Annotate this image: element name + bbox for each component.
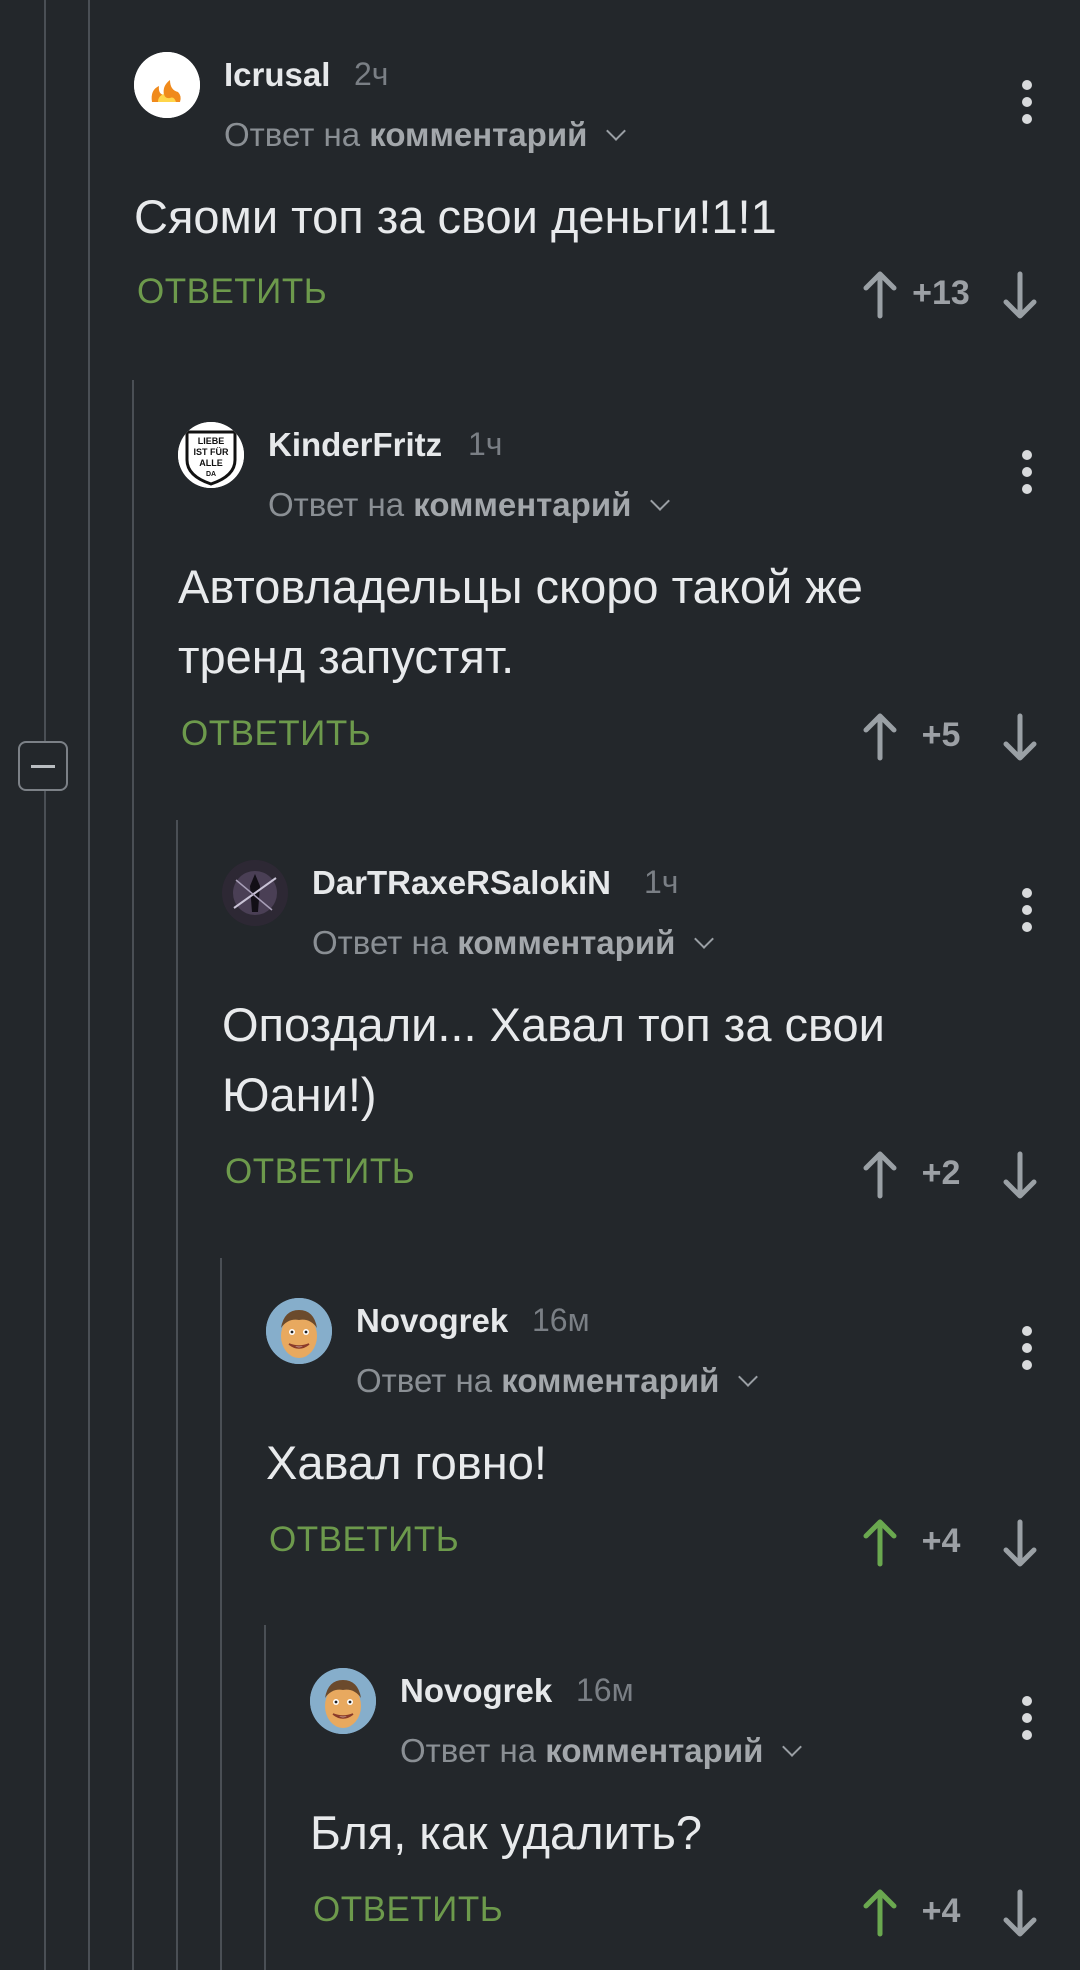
reply-to-line[interactable]: Ответ на комментарий bbox=[268, 486, 670, 524]
comment-author[interactable]: Novogrek bbox=[356, 1302, 508, 1340]
reply-to-target[interactable]: комментарий bbox=[545, 1732, 763, 1769]
more-options-icon[interactable] bbox=[1022, 1326, 1032, 1377]
badge-text-3: ALLE bbox=[199, 458, 223, 468]
comment-score: +5 bbox=[921, 716, 961, 754]
avatar[interactable]: LIEBE IST FÜR ALLE DA bbox=[178, 422, 244, 488]
reply-to-line[interactable]: Ответ на комментарий bbox=[356, 1362, 758, 1400]
badge-text-4: DA bbox=[206, 471, 216, 478]
reply-to-target[interactable]: комментарий bbox=[369, 116, 587, 153]
fire-icon bbox=[134, 52, 200, 118]
avatar[interactable] bbox=[310, 1668, 376, 1734]
avatar[interactable] bbox=[222, 860, 288, 926]
upvote-arrow-icon[interactable] bbox=[860, 1150, 900, 1200]
thread-line-level-2b bbox=[132, 820, 134, 1970]
thread-line-level-4 bbox=[220, 1258, 222, 1970]
downvote-arrow-icon[interactable] bbox=[1000, 1150, 1040, 1200]
reply-to-target[interactable]: комментарий bbox=[457, 924, 675, 961]
downvote-arrow-icon[interactable] bbox=[1000, 1518, 1040, 1568]
upvote-arrow-icon[interactable] bbox=[860, 1518, 900, 1568]
more-options-icon[interactable] bbox=[1022, 450, 1032, 501]
avatar[interactable] bbox=[134, 52, 200, 118]
thread-line-level-1b bbox=[88, 380, 90, 1970]
reply-to-label: Ответ на bbox=[224, 116, 361, 153]
comment-score: +4 bbox=[921, 1522, 961, 1560]
more-options-icon[interactable] bbox=[1022, 888, 1032, 939]
reply-to-label: Ответ на bbox=[400, 1732, 537, 1769]
more-options-icon[interactable] bbox=[1022, 80, 1032, 131]
comment: LIEBE IST FÜR ALLE DA KinderFritz 1ч Отв… bbox=[178, 422, 1080, 772]
reply-to-target[interactable]: комментарий bbox=[413, 486, 631, 523]
reply-button[interactable]: ОТВЕТИТЬ bbox=[225, 1152, 415, 1192]
comment-text: Автовладельцы скоро такой же тренд запус… bbox=[178, 560, 863, 683]
reply-to-target[interactable]: комментарий bbox=[501, 1362, 719, 1399]
comment: DarTRaxeRSalokiN 1ч Ответ на комментарий… bbox=[222, 860, 1080, 1210]
face-icon bbox=[266, 1298, 332, 1364]
chevron-down-icon bbox=[605, 121, 626, 141]
comment: Icrusal 2ч Ответ на комментарий Сяоми то… bbox=[134, 52, 1080, 342]
chevron-down-icon bbox=[649, 491, 670, 511]
upvote-arrow-icon[interactable] bbox=[860, 270, 900, 320]
thread-line-level-5 bbox=[264, 1625, 266, 1970]
reply-button[interactable]: ОТВЕТИТЬ bbox=[137, 272, 327, 312]
comment-time: 2ч bbox=[354, 56, 389, 92]
badge-icon: LIEBE IST FÜR ALLE DA bbox=[178, 422, 244, 488]
thread-line-level-3 bbox=[176, 820, 178, 1970]
reply-to-line[interactable]: Ответ на комментарий bbox=[224, 116, 626, 154]
comment-author[interactable]: Icrusal bbox=[224, 56, 330, 94]
comment-score: +13 bbox=[912, 274, 970, 312]
comment-time: 16м bbox=[576, 1672, 634, 1708]
chevron-down-icon bbox=[781, 1737, 802, 1757]
minus-icon bbox=[31, 764, 55, 768]
avatar[interactable] bbox=[266, 1298, 332, 1364]
comment-text: Сяоми топ за свои деньги!1!1 bbox=[134, 190, 777, 243]
downvote-arrow-icon[interactable] bbox=[1000, 270, 1040, 320]
upvote-arrow-icon[interactable] bbox=[860, 1888, 900, 1938]
downvote-arrow-icon[interactable] bbox=[1000, 712, 1040, 762]
upvote-arrow-icon[interactable] bbox=[860, 712, 900, 762]
comment-score: +4 bbox=[921, 1892, 961, 1930]
comment-author[interactable]: Novogrek bbox=[400, 1672, 552, 1710]
comment-time: 16м bbox=[532, 1302, 590, 1338]
comment-author[interactable]: KinderFritz bbox=[268, 426, 442, 464]
dark-figure-icon bbox=[222, 860, 288, 926]
face-icon bbox=[310, 1668, 376, 1734]
collapse-thread-button[interactable] bbox=[18, 741, 68, 791]
reply-to-label: Ответ на bbox=[268, 486, 405, 523]
reply-button[interactable]: ОТВЕТИТЬ bbox=[181, 714, 371, 754]
reply-to-line[interactable]: Ответ на комментарий bbox=[312, 924, 714, 962]
reply-button[interactable]: ОТВЕТИТЬ bbox=[269, 1520, 459, 1560]
badge-text-1: LIEBE bbox=[198, 436, 225, 446]
comment-score: +2 bbox=[921, 1154, 961, 1192]
badge-text-2: IST FÜR bbox=[194, 447, 229, 457]
chevron-down-icon bbox=[693, 929, 714, 949]
reply-to-line[interactable]: Ответ на комментарий bbox=[400, 1732, 802, 1770]
comment-time: 1ч bbox=[644, 864, 679, 900]
comment: Novogrek 16м Ответ на комментарий Бля, к… bbox=[310, 1668, 1080, 1958]
downvote-arrow-icon[interactable] bbox=[1000, 1888, 1040, 1938]
comment-author[interactable]: DarTRaxeRSalokiN bbox=[312, 864, 611, 902]
reply-button[interactable]: ОТВЕТИТЬ bbox=[313, 1890, 503, 1930]
reply-to-label: Ответ на bbox=[356, 1362, 493, 1399]
more-options-icon[interactable] bbox=[1022, 1696, 1032, 1747]
comment-time: 1ч bbox=[468, 426, 503, 462]
reply-to-label: Ответ на bbox=[312, 924, 449, 961]
comment: Novogrek 16м Ответ на комментарий Хавал … bbox=[266, 1298, 1080, 1588]
comment-text: Опоздали... Хавал топ за свои Юани!) bbox=[222, 998, 885, 1121]
thread-line-root bbox=[44, 0, 46, 1970]
comment-text: Хавал говно! bbox=[266, 1436, 547, 1489]
chevron-down-icon bbox=[737, 1367, 758, 1387]
thread-line-level-1 bbox=[88, 0, 90, 380]
comment-text: Бля, как удалить? bbox=[310, 1806, 702, 1859]
thread-line-level-2 bbox=[132, 380, 134, 820]
